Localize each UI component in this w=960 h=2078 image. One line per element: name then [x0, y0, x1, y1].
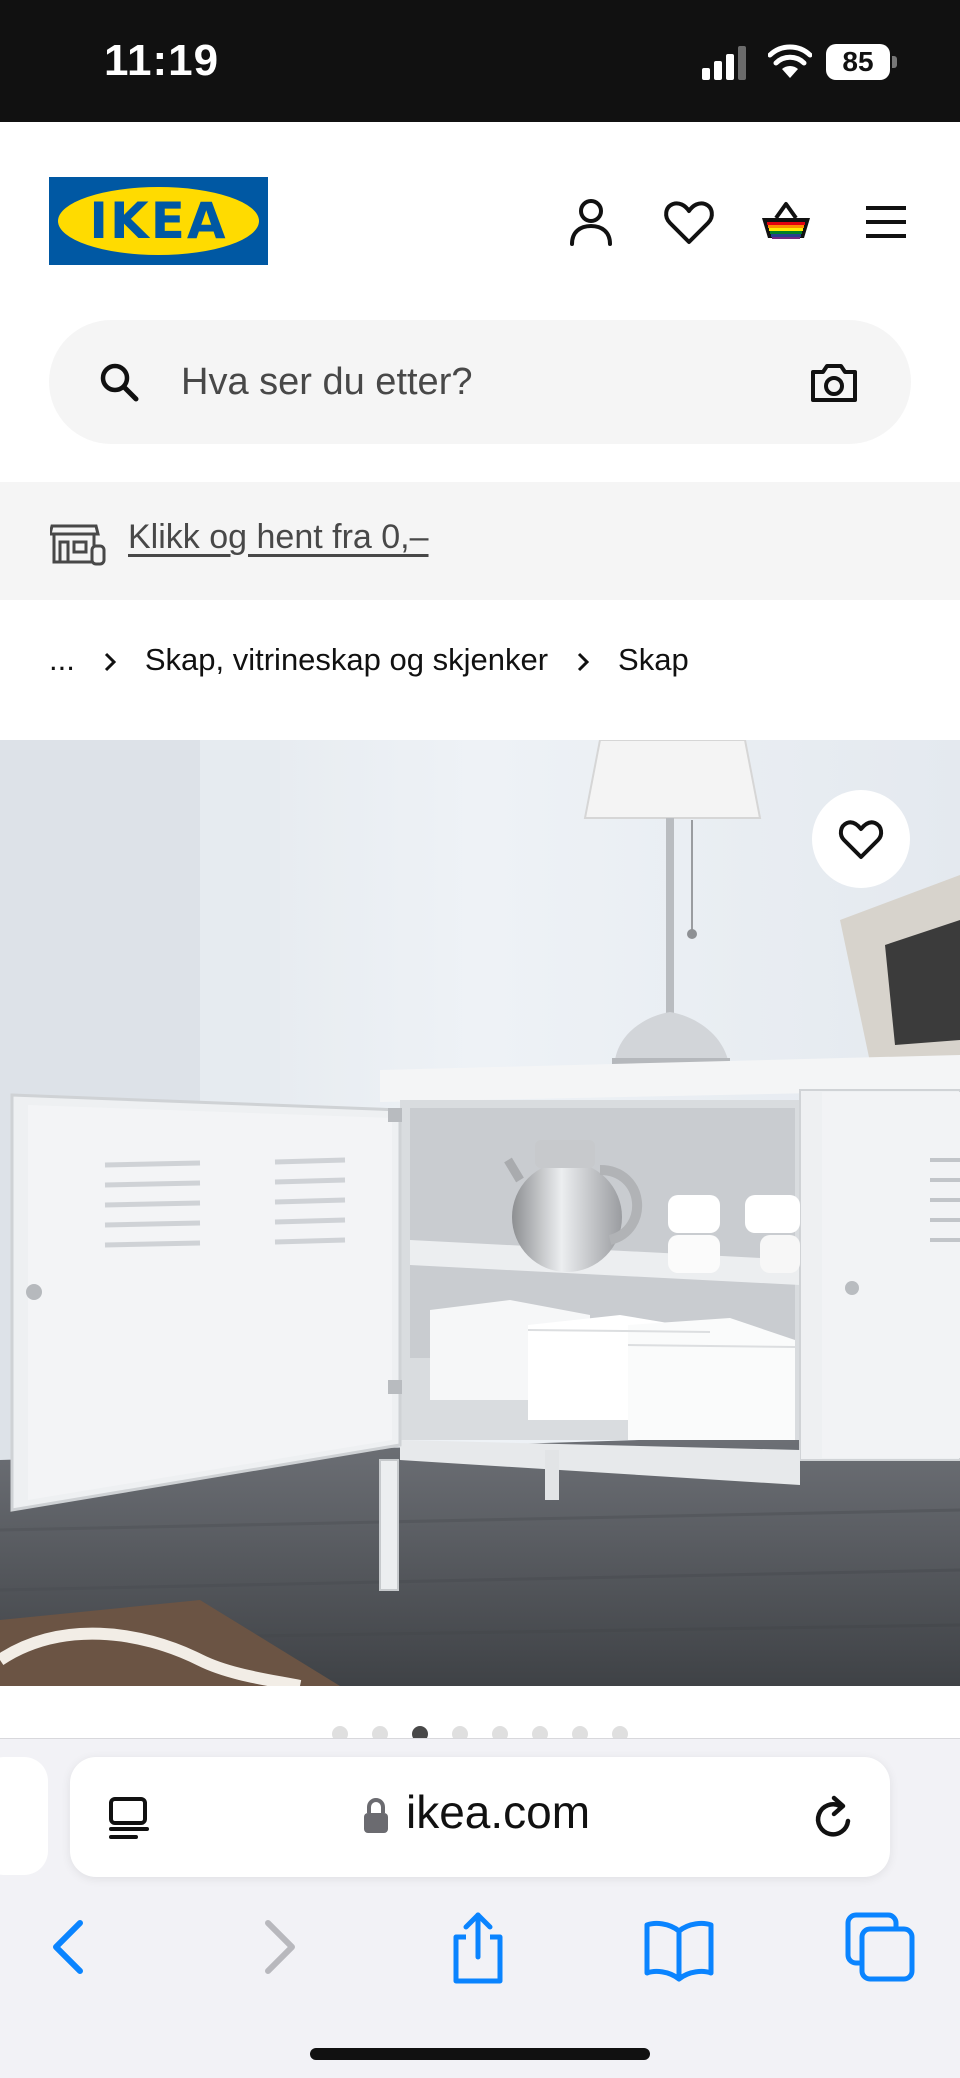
- breadcrumb-category[interactable]: Skap, vitrineskap og skjenker: [145, 642, 548, 678]
- battery-level: 85: [826, 44, 890, 80]
- ikea-logo[interactable]: IKEA ®: [49, 177, 268, 265]
- logo-text: IKEA: [89, 192, 228, 250]
- wifi-icon: [768, 44, 812, 78]
- camera-search-icon[interactable]: [809, 358, 859, 406]
- breadcrumb-ellipsis[interactable]: ...: [49, 642, 75, 678]
- forward-button[interactable]: [238, 1907, 318, 1987]
- book-icon: [644, 1920, 714, 1982]
- reload-icon[interactable]: [810, 1793, 858, 1843]
- chevron-right-icon: [265, 1920, 295, 1974]
- search-icon: [100, 363, 139, 402]
- site-header: IKEA ®: [0, 122, 960, 482]
- store-pickup-icon: [50, 524, 106, 566]
- product-photo: [0, 740, 960, 1686]
- search-input[interactable]: [181, 350, 781, 414]
- status-time: 11:19: [104, 36, 220, 85]
- tabs-button[interactable]: [840, 1907, 920, 1987]
- heart-icon[interactable]: [661, 194, 717, 250]
- battery-indicator: 85: [826, 44, 897, 80]
- click-and-collect-link[interactable]: Klikk og hent fra 0,–: [128, 518, 429, 557]
- browser-toolbar: ikea.com: [0, 1738, 960, 2078]
- registered-mark: ®: [249, 199, 257, 210]
- search-bar[interactable]: [49, 320, 911, 444]
- previous-tab-peek[interactable]: [0, 1757, 48, 1875]
- menu-icon[interactable]: [858, 194, 914, 250]
- click-and-collect-banner: Klikk og hent fra 0,–: [0, 482, 960, 600]
- battery-cap: [892, 56, 897, 68]
- chevron-right-icon: [570, 647, 596, 673]
- account-icon[interactable]: [563, 194, 619, 250]
- save-to-favourites-button[interactable]: [812, 790, 910, 888]
- heart-icon: [838, 820, 884, 859]
- address-bar[interactable]: ikea.com: [70, 1757, 890, 1877]
- cart-icon[interactable]: [758, 194, 814, 250]
- cellular-signal-icon: [702, 46, 746, 80]
- url-text: ikea.com: [406, 1786, 591, 1838]
- share-button[interactable]: [438, 1907, 518, 1987]
- chevron-right-icon: [97, 647, 123, 673]
- breadcrumb: ... Skap, vitrineskap og skjenker Skap: [49, 638, 689, 682]
- product-image[interactable]: [0, 740, 960, 1686]
- back-button[interactable]: [30, 1907, 110, 1987]
- lock-icon: [364, 1798, 388, 1833]
- breadcrumb-current[interactable]: Skap: [618, 642, 689, 678]
- home-indicator[interactable]: [310, 2048, 650, 2060]
- tabs-icon: [845, 1912, 915, 1982]
- chevron-left-icon: [53, 1920, 83, 1974]
- bookmarks-button[interactable]: [639, 1907, 719, 1987]
- share-icon: [453, 1912, 503, 1984]
- page-menu-icon[interactable]: [106, 1795, 152, 1841]
- status-bar: 11:19 85: [0, 0, 960, 122]
